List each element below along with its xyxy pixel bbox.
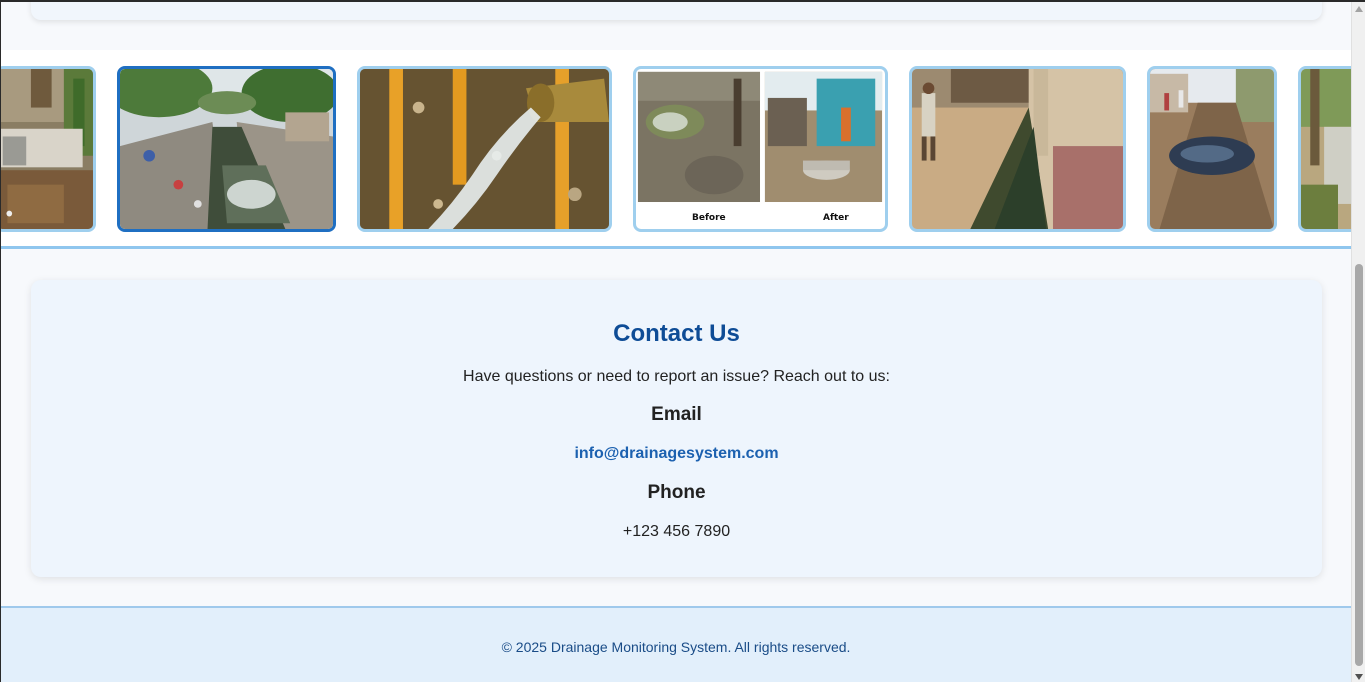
gallery-image-waterlogged-street[interactable] xyxy=(1147,66,1277,232)
vertical-scrollbar[interactable] xyxy=(1351,2,1365,682)
page-footer: © 2025 Drainage Monitoring System. All r… xyxy=(1,606,1351,682)
scroll-up-arrow-icon[interactable] xyxy=(1355,6,1363,12)
page-viewport: Before After Contact Us Have questions o… xyxy=(1,2,1351,682)
image-gallery-strip[interactable]: Before After xyxy=(1,50,1351,249)
copyright-text: © 2025 Drainage Monitoring System. All r… xyxy=(501,639,851,655)
gallery-image-water-pipe-outflow[interactable] xyxy=(357,66,612,232)
after-label: After xyxy=(823,213,849,223)
previous-section-card xyxy=(31,2,1322,20)
phone-heading: Phone xyxy=(647,482,706,503)
email-heading: Email xyxy=(651,404,702,425)
gallery-image-polluted-canal[interactable] xyxy=(117,66,336,232)
contact-intro: Have questions or need to report an issu… xyxy=(463,368,890,385)
gallery-image-before-after-drain[interactable]: Before After xyxy=(633,66,888,232)
phone-number: +123 456 7890 xyxy=(622,523,731,540)
scroll-down-arrow-icon[interactable] xyxy=(1355,674,1363,680)
gallery-image-roadside-drain[interactable] xyxy=(1298,66,1351,232)
email-link[interactable]: info@drainagesystem.com xyxy=(31,445,1322,463)
contact-section: Contact Us Have questions or need to rep… xyxy=(31,280,1322,577)
before-label: Before xyxy=(692,213,726,223)
contact-title: Contact Us xyxy=(613,320,740,347)
gallery-image-drain-concrete-channel[interactable] xyxy=(1,66,96,232)
gallery-image-street-drain-village[interactable] xyxy=(909,66,1126,232)
scrollbar-thumb[interactable] xyxy=(1355,264,1363,666)
